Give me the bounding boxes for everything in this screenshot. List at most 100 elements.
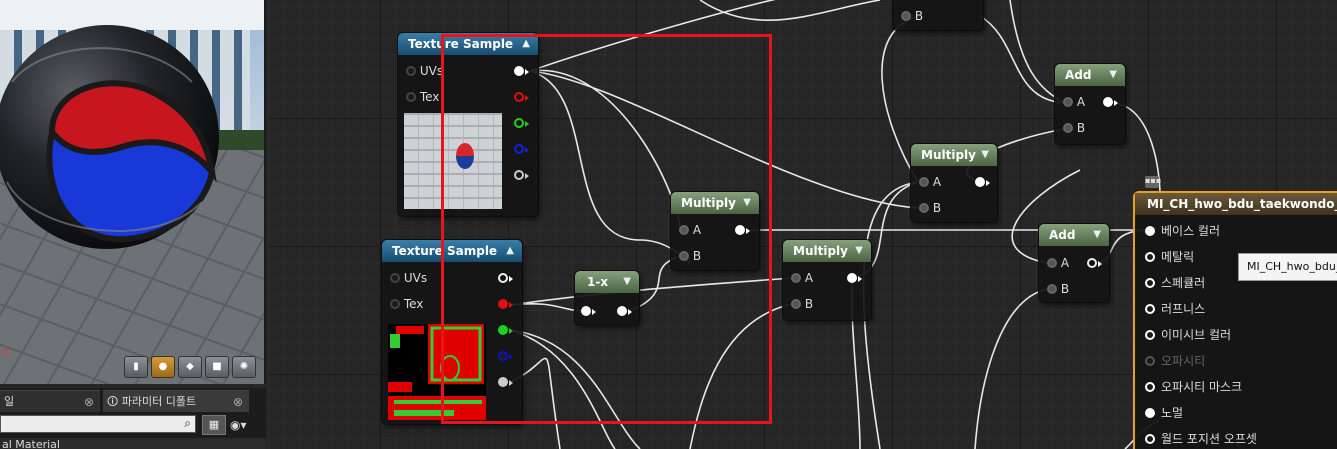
- result-pin-world-position-offset[interactable]: 월드 포지션 오프셋: [1145, 430, 1257, 448]
- b-input-pin[interactable]: B: [791, 295, 813, 313]
- pin-dot[interactable]: [791, 273, 801, 283]
- pin-dot[interactable]: [1145, 304, 1155, 314]
- arrow-icon: [1098, 261, 1102, 267]
- node-header[interactable]: Add ▼: [1055, 64, 1125, 86]
- node-title: Multiply: [921, 148, 976, 162]
- result-pin-specular[interactable]: 스페큘러: [1145, 274, 1205, 292]
- info-icon: 🛈: [107, 395, 119, 408]
- uvs-input-pin[interactable]: UVs: [406, 62, 443, 80]
- plane-icon[interactable]: ◆: [178, 356, 202, 378]
- eye-icon[interactable]: ◉▾: [230, 416, 264, 434]
- output-pin[interactable]: [1087, 254, 1102, 272]
- result-pin-opacity[interactable]: 오파시티: [1145, 352, 1205, 370]
- pin-label: B: [914, 9, 924, 23]
- node-title: Add: [1065, 68, 1092, 82]
- uvs-input-pin[interactable]: UVs: [390, 269, 427, 287]
- cube-icon[interactable]: ■: [205, 356, 229, 378]
- pin-dot[interactable]: [1145, 434, 1155, 444]
- pin-dot[interactable]: [1145, 382, 1155, 392]
- add-node-2[interactable]: Add ▼ A B: [1039, 224, 1109, 302]
- add-node-1[interactable]: Add ▼ A B: [1055, 64, 1125, 144]
- cylinder-icon[interactable]: ▮: [124, 356, 148, 378]
- tex-input-pin[interactable]: Tex: [390, 295, 423, 313]
- tex-input-pin[interactable]: Tex: [406, 88, 439, 106]
- result-pin-base-color[interactable]: 베이스 컬러: [1145, 222, 1220, 240]
- output-pin[interactable]: [1103, 93, 1118, 111]
- result-pin-emissive[interactable]: 이미시브 컬러: [1145, 326, 1231, 344]
- tab-details[interactable]: 일 ⊗: [0, 390, 100, 412]
- pin-dot[interactable]: [1063, 123, 1073, 133]
- pin-dot[interactable]: [406, 66, 416, 76]
- a-input-pin[interactable]: A: [919, 173, 941, 191]
- collapse-icon[interactable]: ▼: [981, 144, 989, 166]
- pin-label: UVs: [419, 64, 444, 78]
- sphere-icon[interactable]: ●: [151, 356, 175, 378]
- result-pin-roughness[interactable]: 러프니스: [1145, 300, 1205, 318]
- search-input[interactable]: ⌕: [0, 415, 196, 433]
- pin-dot[interactable]: [791, 299, 801, 309]
- pin-dot[interactable]: [1145, 278, 1155, 288]
- a-input-pin[interactable]: A: [791, 269, 813, 287]
- pin-label: 베이스 컬러: [1161, 224, 1221, 238]
- pin-dot[interactable]: [1145, 408, 1155, 418]
- pin-dot[interactable]: [975, 177, 985, 187]
- output-pin[interactable]: [847, 269, 862, 287]
- custom-mesh-icon[interactable]: ✺: [232, 356, 256, 378]
- pin-dot[interactable]: [901, 11, 911, 21]
- pin-dot[interactable]: [1103, 97, 1113, 107]
- collapse-icon[interactable]: ▼: [855, 240, 863, 262]
- grid-view-icon[interactable]: ▦: [202, 415, 226, 435]
- pin-dot[interactable]: [1047, 258, 1057, 268]
- pin-dot[interactable]: [847, 273, 857, 283]
- node-title: Multiply: [793, 244, 848, 258]
- material-result-node[interactable]: MI_CH_hwo_bdu_taekwondo_glov 베이스 컬러 메탈릭 …: [1133, 191, 1337, 449]
- result-pin-normal[interactable]: 노멀: [1145, 404, 1183, 422]
- node-header[interactable]: Multiply ▼: [783, 240, 871, 262]
- collapse-icon[interactable]: ▼: [1109, 64, 1117, 86]
- result-node-title: MI_CH_hwo_bdu_taekwondo_glov: [1135, 193, 1337, 215]
- preview-viewport[interactable]: x ▮ ● ◆ ■ ✺: [0, 0, 266, 384]
- a-input-pin[interactable]: A: [1047, 254, 1069, 272]
- pin-dot[interactable]: [1145, 330, 1155, 340]
- b-input-pin[interactable]: B: [901, 7, 923, 25]
- multiply-node-2[interactable]: Multiply ▼ A B: [783, 240, 871, 320]
- preview-sphere: [0, 25, 219, 249]
- collapse-icon[interactable]: ▼: [1093, 224, 1101, 246]
- node-title: Add: [1049, 228, 1076, 242]
- pin-dot[interactable]: [1047, 284, 1057, 294]
- search-icon[interactable]: ⌕: [184, 416, 191, 431]
- b-input-pin[interactable]: B: [1047, 280, 1069, 298]
- pin-dot[interactable]: [1145, 226, 1155, 236]
- pin-dot[interactable]: [1087, 258, 1097, 268]
- pin-dot[interactable]: [390, 299, 400, 309]
- pin-label: 메탈릭: [1161, 250, 1195, 264]
- tab-parameter-defaults[interactable]: 🛈 파라미터 디폴트 ⊗: [103, 390, 249, 412]
- pin-label: A: [1060, 256, 1070, 270]
- pin-dot[interactable]: [919, 177, 929, 187]
- output-pin[interactable]: [975, 173, 990, 191]
- pin-dot[interactable]: [406, 92, 416, 102]
- b-input-pin[interactable]: B: [1063, 119, 1085, 137]
- close-icon[interactable]: ⊗: [233, 391, 243, 413]
- partial-node-top[interactable]: B: [893, 0, 983, 30]
- b-input-pin[interactable]: B: [919, 199, 941, 217]
- pin-dot[interactable]: [1145, 356, 1155, 366]
- close-icon[interactable]: ⊗: [84, 391, 94, 413]
- pin-dot[interactable]: [919, 203, 929, 213]
- pin-label: UVs: [403, 271, 428, 285]
- pin-label: B: [932, 201, 942, 215]
- pin-dot[interactable]: [390, 273, 400, 283]
- a-input-pin[interactable]: A: [1063, 93, 1085, 111]
- arrow-icon: [858, 276, 862, 282]
- result-pin-metallic[interactable]: 메탈릭: [1145, 248, 1194, 266]
- pin-label: B: [804, 297, 814, 311]
- multiply-node-3[interactable]: Multiply ▼ A B: [911, 144, 997, 222]
- tooltip: MI_CH_hwo_bdu_: [1238, 253, 1337, 281]
- result-pin-opacity-mask[interactable]: 오파시티 마스크: [1145, 378, 1242, 396]
- node-header[interactable]: Add ▼: [1039, 224, 1109, 246]
- pin-dot[interactable]: [1145, 252, 1155, 262]
- axis-label: x: [2, 345, 9, 358]
- pin-dot[interactable]: [1063, 97, 1073, 107]
- comment-icon[interactable]: ▪▪▪: [1145, 176, 1161, 188]
- node-header[interactable]: Multiply ▼: [911, 144, 997, 166]
